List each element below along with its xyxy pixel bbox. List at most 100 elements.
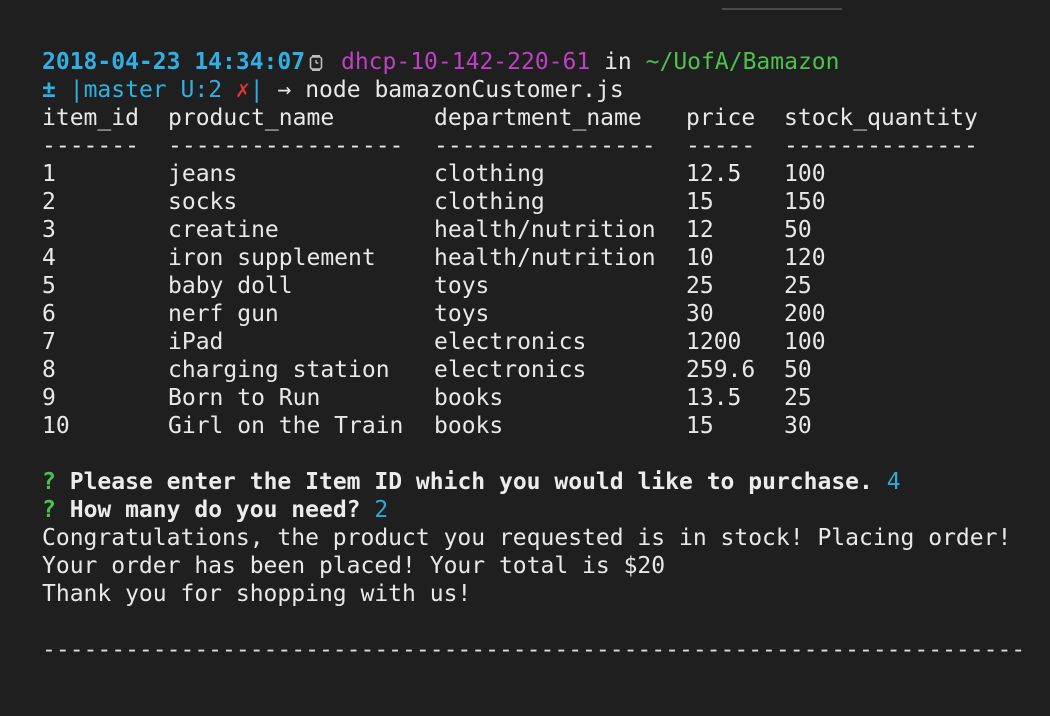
cell-stock-quantity: 150 bbox=[784, 189, 826, 215]
header-department-name: department_name bbox=[434, 105, 642, 131]
cell-department-name: books bbox=[434, 385, 504, 411]
separator: ------- bbox=[42, 133, 139, 159]
question-item-id: ? Please enter the Item ID which you wou… bbox=[42, 468, 1050, 496]
cell-item-id: 9 bbox=[42, 385, 56, 411]
cell-price: 25 bbox=[686, 273, 714, 299]
output-line: Congratulations, the product you request… bbox=[42, 525, 1012, 551]
answer-input[interactable]: 2 bbox=[374, 497, 388, 523]
table-row: 7 iPad electronics 1200 100 bbox=[42, 328, 1050, 356]
prompt-host: dhcp-10-142-220-61 bbox=[340, 49, 591, 75]
cell-department-name: clothing bbox=[434, 189, 545, 215]
cell-product-name: baby doll bbox=[168, 273, 293, 299]
question-text: How many do you need? bbox=[69, 497, 361, 523]
table-row: 8 charging station electronics 259.6 50 bbox=[42, 356, 1050, 384]
cell-stock-quantity: 50 bbox=[784, 217, 812, 243]
cell-product-name: jeans bbox=[168, 161, 238, 187]
cell-price: 1200 bbox=[686, 329, 742, 355]
cell-stock-quantity: 100 bbox=[784, 329, 826, 355]
table-row: 6 nerf gun toys 30 200 bbox=[42, 300, 1050, 328]
cell-product-name: Born to Run bbox=[168, 385, 321, 411]
header-price: price bbox=[686, 105, 756, 131]
cell-item-id: 4 bbox=[42, 245, 56, 271]
table-row: 2 socks clothing 15 150 bbox=[42, 188, 1050, 216]
answer-input[interactable]: 4 bbox=[887, 469, 901, 495]
table-row: 10 Girl on the Train books 15 30 bbox=[42, 412, 1050, 440]
cell-stock-quantity: 30 bbox=[784, 413, 812, 439]
git-dirty-mark: ✗ bbox=[235, 77, 250, 103]
cell-item-id: 7 bbox=[42, 329, 56, 355]
question-quantity: ? How many do you need? 2 bbox=[42, 496, 1050, 524]
cell-department-name: books bbox=[434, 413, 504, 439]
closing-rule: ----------------------------------------… bbox=[42, 637, 1026, 663]
cell-item-id: 5 bbox=[42, 273, 56, 299]
table-row: 4 iron supplement health/nutrition 10 12… bbox=[42, 244, 1050, 272]
separator: -------------- bbox=[784, 133, 978, 159]
cell-price: 15 bbox=[686, 189, 714, 215]
cell-item-id: 3 bbox=[42, 217, 56, 243]
cell-product-name: socks bbox=[168, 189, 238, 215]
prompt-line: 2018-04-23 14:34:07 dhcp-10-142-220-61 i… bbox=[42, 48, 1050, 76]
cell-item-id: 8 bbox=[42, 357, 56, 383]
question-mark-icon: ? bbox=[42, 469, 56, 495]
table-row: 3 creatine health/nutrition 12 50 bbox=[42, 216, 1050, 244]
header-item-id: item_id bbox=[42, 105, 139, 131]
clock-icon bbox=[309, 55, 323, 71]
terminal-output: 2018-04-23 14:34:07 dhcp-10-142-220-61 i… bbox=[42, 48, 1050, 664]
output-line: Thank you for shopping with us! bbox=[42, 581, 472, 607]
cell-price: 30 bbox=[686, 301, 714, 327]
cell-item-id: 1 bbox=[42, 161, 56, 187]
separator: ---------------- bbox=[434, 133, 656, 159]
header-product-name: product_name bbox=[168, 105, 335, 131]
cell-price: 12 bbox=[686, 217, 714, 243]
output-line: Your order has been placed! Your total i… bbox=[42, 553, 666, 579]
cell-stock-quantity: 50 bbox=[784, 357, 812, 383]
cell-price: 10 bbox=[686, 245, 714, 271]
cell-product-name: Girl on the Train bbox=[168, 413, 404, 439]
prompt-timestamp: 2018-04-23 14:34:07 bbox=[42, 49, 306, 75]
cell-department-name: clothing bbox=[434, 161, 545, 187]
question-mark-icon: ? bbox=[42, 497, 56, 523]
cell-product-name: creatine bbox=[168, 217, 279, 243]
cell-product-name: iron supplement bbox=[168, 245, 376, 271]
question-text: Please enter the Item ID which you would… bbox=[69, 469, 873, 495]
header-stock-quantity: stock_quantity bbox=[784, 105, 978, 131]
cell-department-name: toys bbox=[434, 301, 490, 327]
cell-item-id: 2 bbox=[42, 189, 56, 215]
cell-department-name: electronics bbox=[434, 329, 587, 355]
cell-product-name: charging station bbox=[168, 357, 390, 383]
cell-department-name: health/nutrition bbox=[434, 217, 656, 243]
cell-product-name: iPad bbox=[168, 329, 224, 355]
cell-stock-quantity: 25 bbox=[784, 273, 812, 299]
table-row: 5 baby doll toys 25 25 bbox=[42, 272, 1050, 300]
cell-price: 15 bbox=[686, 413, 714, 439]
cell-price: 12.5 bbox=[686, 161, 742, 187]
table-row: 9 Born to Run books 13.5 25 bbox=[42, 384, 1050, 412]
table-separator-row: ------- ----------------- --------------… bbox=[42, 132, 1050, 160]
cell-item-id: 10 bbox=[42, 413, 70, 439]
cell-stock-quantity: 25 bbox=[784, 385, 812, 411]
prompt-arrow: → bbox=[277, 77, 292, 103]
table-row: 1 jeans clothing 12.5 100 bbox=[42, 160, 1050, 188]
git-close: | bbox=[249, 77, 264, 103]
cell-stock-quantity: 120 bbox=[784, 245, 826, 271]
cell-stock-quantity: 100 bbox=[784, 161, 826, 187]
cell-item-id: 6 bbox=[42, 301, 56, 327]
cell-stock-quantity: 200 bbox=[784, 301, 826, 327]
separator: ----------------- bbox=[168, 133, 404, 159]
cell-price: 13.5 bbox=[686, 385, 742, 411]
prompt-plusminus: ± bbox=[42, 77, 56, 103]
cell-department-name: toys bbox=[434, 273, 490, 299]
typed-command: node bamazonCustomer.js bbox=[305, 77, 624, 103]
command-line: ± |master U:2 ✗| → node bamazonCustomer.… bbox=[42, 76, 1050, 104]
prompt-in: in bbox=[604, 49, 632, 75]
cell-price: 259.6 bbox=[686, 357, 756, 383]
git-branch: |master U:2 bbox=[69, 77, 223, 103]
cell-department-name: health/nutrition bbox=[434, 245, 656, 271]
window-top-rule bbox=[722, 8, 842, 10]
cell-product-name: nerf gun bbox=[168, 301, 279, 327]
table-header-row: item_id product_name department_name pri… bbox=[42, 104, 1050, 132]
separator: ----- bbox=[686, 133, 756, 159]
cell-department-name: electronics bbox=[434, 357, 587, 383]
